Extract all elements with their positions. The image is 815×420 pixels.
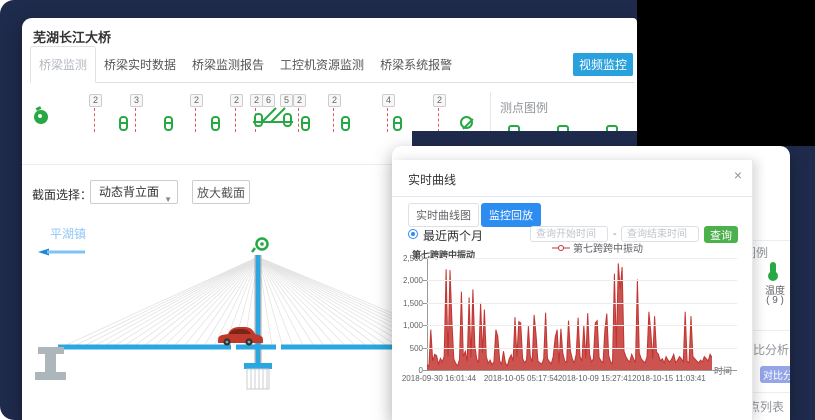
video-monitor-button[interactable]: 视频监控 xyxy=(573,53,633,76)
page-background: 芜湖长江大桥 桥梁监测 桥梁实时数据 桥梁监测报告 工控机资源监测 桥梁系统报警… xyxy=(0,0,815,420)
chart-legend[interactable]: 第七跨跨中振动 xyxy=(552,240,643,255)
x-axis-label: 2018-09-30 16:01:44 xyxy=(401,374,477,383)
tab-system-alarm[interactable]: 桥梁系统报警 xyxy=(372,47,460,82)
camera-icon xyxy=(252,239,268,253)
link-icon[interactable] xyxy=(341,116,350,131)
sensor-count-badge: 2 xyxy=(328,94,341,107)
radio-last-two-months[interactable] xyxy=(408,229,418,239)
y-axis-label: 1,000 xyxy=(392,321,423,330)
sensor-count-badge: 2 xyxy=(293,94,306,107)
enlarge-section-button[interactable]: 放大截面 xyxy=(192,180,250,204)
link-icon[interactable] xyxy=(119,116,128,131)
legend-marker-icon xyxy=(552,244,570,252)
tab-bridge-monitor[interactable]: 桥梁监测 xyxy=(30,46,96,83)
x-axis-label: 2018-10-15 11:03:41 xyxy=(631,374,707,383)
divider xyxy=(753,330,790,331)
sensor-count-badge: 4 xyxy=(382,94,395,107)
radio-label: 最近两个月 xyxy=(423,227,483,244)
vibration-series-plot xyxy=(427,258,712,370)
sensor-marker-line xyxy=(333,108,334,132)
legend-panel-title: 测点图例 xyxy=(500,99,548,116)
link-icon[interactable] xyxy=(164,116,173,131)
y-axis-tick xyxy=(423,258,427,259)
sensor-marker-line xyxy=(438,108,439,132)
range-separator: - xyxy=(613,228,617,240)
gridline xyxy=(427,348,737,349)
sensor-marker-line xyxy=(387,108,388,132)
chevron-down-icon: ▼ xyxy=(164,189,172,211)
sensor-count-badge: 5 xyxy=(280,94,293,107)
compare-button[interactable]: 对比分析 xyxy=(760,366,790,383)
divider xyxy=(753,240,790,241)
y-axis-tick xyxy=(423,280,427,281)
sensor-count-badge: 2 xyxy=(190,94,203,107)
realtime-curve-dialog: 实时曲线 × 实时曲线图 监控回放 最近两个月 - 查询 第七跨跨中振动 第七跨… xyxy=(392,160,753,420)
sensor-marker-line xyxy=(94,108,95,132)
prohibited-icon[interactable] xyxy=(460,116,473,129)
sensor-marker-line xyxy=(195,108,196,132)
modal-screenshot-card: 测点图例 温度 ( 9 ) 对比分析 对比分析 测点列表 实时曲线 × 实时曲线… xyxy=(392,146,790,420)
divider xyxy=(490,92,491,136)
tab-realtime-data[interactable]: 桥梁实时数据 xyxy=(96,47,184,82)
gridline xyxy=(427,303,737,304)
dialog-tabbar: 实时曲线图 监控回放 xyxy=(408,203,541,227)
tab-ipc-resource[interactable]: 工控机资源监测 xyxy=(272,47,372,82)
divider xyxy=(753,392,790,393)
chart-area: 时间 2,5002,0001,5001,00050002018-09-30 16… xyxy=(392,258,753,393)
sensor-marker-line xyxy=(235,108,236,132)
temperature-count: ( 9 ) xyxy=(758,295,790,306)
y-axis-label: 2,500 xyxy=(392,254,423,263)
tab-monitor-playback[interactable]: 监控回放 xyxy=(481,203,541,227)
gridline xyxy=(427,280,737,281)
y-axis-tick xyxy=(423,348,427,349)
sensor-marker-line xyxy=(298,108,299,132)
tab-monitor-report[interactable]: 桥梁监测报告 xyxy=(184,47,272,82)
gridline xyxy=(427,325,737,326)
section-select[interactable]: 动态背立面 ▼ xyxy=(90,180,178,204)
sensor-count-badge: 6 xyxy=(262,94,275,107)
sensor-count-badge: 2 xyxy=(230,94,243,107)
link-icon[interactable] xyxy=(211,116,220,131)
x-axis-label: 2018-10-05 05:17:54 xyxy=(483,374,559,383)
gridline xyxy=(427,370,737,371)
y-axis-label: 1,500 xyxy=(392,299,423,308)
sensor-marker-line xyxy=(135,108,136,132)
link-icon[interactable] xyxy=(393,116,402,131)
y-axis-label: 500 xyxy=(392,344,423,353)
gridline xyxy=(427,258,737,259)
y-axis-tick xyxy=(423,303,427,304)
main-tabbar: 桥梁监测 桥梁实时数据 桥梁监测报告 工控机资源监测 桥梁系统报警 xyxy=(30,49,635,83)
link-icon[interactable] xyxy=(301,116,310,131)
sensor-count-badge: 2 xyxy=(89,94,102,107)
x-axis-label: 2018-10-09 15:27:41 xyxy=(557,374,633,383)
tab-realtime-curve[interactable]: 实时曲线图 xyxy=(408,203,479,227)
y-axis-tick xyxy=(423,325,427,326)
black-panel xyxy=(637,0,815,146)
section-select-value: 动态背立面 xyxy=(99,185,159,199)
divider xyxy=(392,196,752,197)
page-title: 芜湖长江大桥 xyxy=(33,27,111,46)
dialog-title: 实时曲线 xyxy=(408,171,456,188)
query-button[interactable]: 查询 xyxy=(704,226,738,243)
y-axis-label: 2,000 xyxy=(392,276,423,285)
sensor-count-badge: 2 xyxy=(433,94,446,107)
sensor-count-badge: 3 xyxy=(130,94,143,107)
section-select-label: 截面选择： xyxy=(32,186,92,203)
y-axis-tick xyxy=(423,370,427,371)
timer-icon[interactable] xyxy=(34,110,48,124)
legend-label: 第七跨跨中振动 xyxy=(573,240,643,255)
close-icon[interactable]: × xyxy=(734,168,742,182)
thermometer-icon[interactable] xyxy=(770,262,776,274)
